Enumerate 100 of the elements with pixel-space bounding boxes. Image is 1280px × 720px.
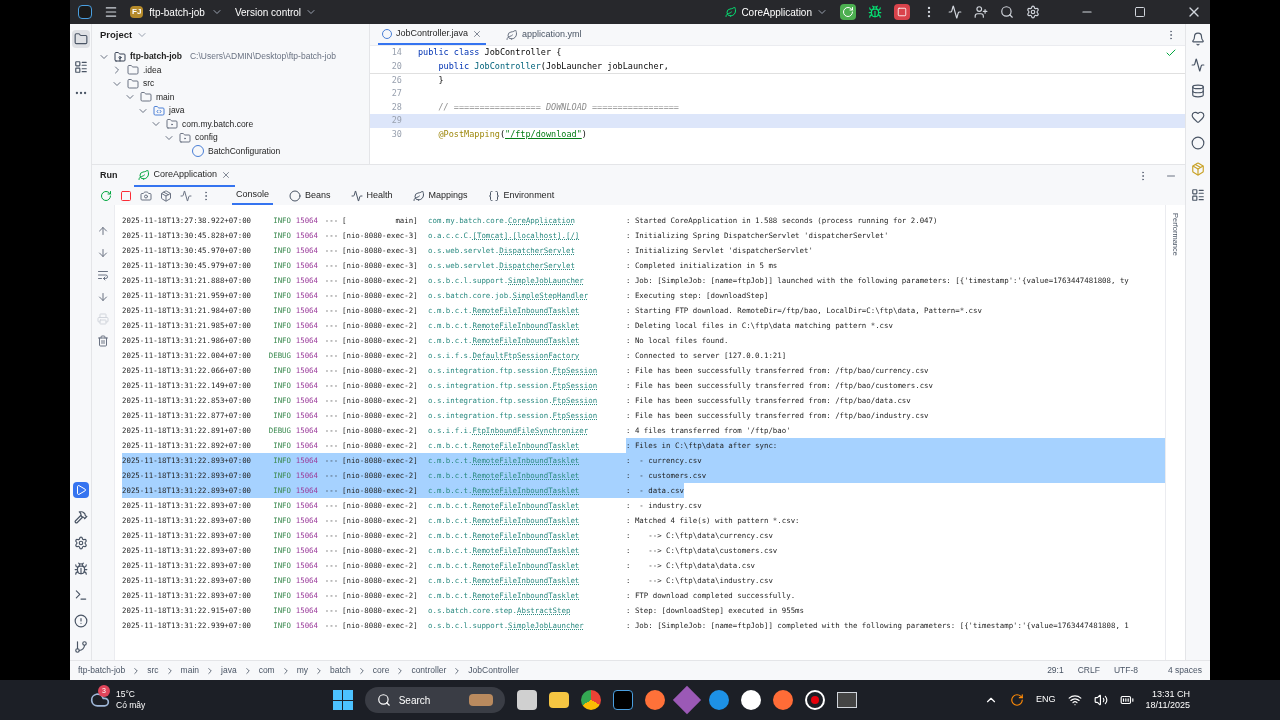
vcs-menu[interactable]: Version control — [234, 4, 318, 20]
editor-tab[interactable]: JobController.java — [378, 24, 487, 45]
menu-icon[interactable] — [104, 5, 118, 19]
tree-item[interactable]: main — [156, 90, 175, 104]
editor-tab[interactable]: application.yml — [502, 24, 586, 45]
trash-icon[interactable] — [97, 335, 109, 347]
line-number: 20 — [390, 59, 402, 73]
panel-title[interactable]: Project — [100, 27, 133, 43]
build-icon[interactable] — [73, 510, 88, 524]
breadcrumb[interactable]: core — [372, 664, 390, 677]
tree-item[interactable]: BatchConfiguration — [208, 144, 281, 158]
project-tool-button[interactable] — [71, 30, 90, 48]
indent-setting[interactable]: 4 spaces — [1167, 664, 1202, 677]
export-icon[interactable] — [160, 190, 172, 202]
task-view-icon[interactable] — [516, 690, 537, 710]
breadcrumb[interactable]: main — [180, 664, 200, 677]
clock-date[interactable]: 18/11/2025 — [1145, 700, 1190, 712]
structure-icon[interactable] — [73, 60, 88, 74]
run-tab[interactable]: CoreApplication — [133, 165, 236, 187]
console-tab[interactable]: Beans — [285, 187, 335, 205]
cursor-position[interactable]: 29:1 — [1047, 664, 1064, 677]
user-add-icon[interactable] — [974, 5, 988, 19]
problems-icon[interactable] — [73, 614, 88, 628]
folder-icon — [140, 91, 152, 104]
start-icon[interactable] — [332, 690, 353, 710]
line-number: 26 — [390, 73, 402, 87]
tree-item[interactable]: config — [195, 131, 218, 145]
cloud-icon[interactable] — [90, 690, 110, 710]
soft-wrap-icon[interactable] — [97, 269, 109, 281]
camera-icon[interactable] — [140, 190, 152, 202]
terminal-icon[interactable] — [73, 588, 88, 602]
search-icon[interactable] — [1000, 5, 1014, 19]
stop-button[interactable] — [894, 4, 910, 20]
git-icon[interactable] — [73, 640, 88, 654]
panel-title: Run — [100, 169, 118, 183]
tree-item[interactable]: java — [169, 104, 185, 118]
breadcrumb[interactable]: src — [147, 664, 159, 677]
module-path: C:\Users\ADMIN\Desktop\ftp-batch-job — [189, 50, 336, 64]
breadcrumb[interactable]: my — [296, 664, 309, 677]
folder-icon — [127, 77, 139, 90]
language-indicator[interactable]: ENG — [1036, 693, 1056, 707]
code-line: @PostMapping("/ftp/download") — [437, 127, 587, 141]
search-field[interactable]: Search — [364, 687, 505, 713]
mappings-tab-icon — [412, 190, 425, 202]
run-tool-button[interactable] — [72, 482, 89, 498]
breadcrumb[interactable]: JobController — [468, 664, 519, 677]
line-number: 14 — [390, 46, 402, 60]
app-logo-icon[interactable] — [78, 5, 92, 19]
maximize-icon[interactable] — [1134, 6, 1146, 18]
notifications-icon[interactable] — [1191, 32, 1205, 46]
leaf-icon — [506, 28, 519, 41]
line-number: 30 — [390, 127, 402, 141]
battery-icon[interactable] — [1119, 693, 1134, 707]
weather-text: Có mây — [116, 700, 146, 711]
line-number: 28 — [390, 100, 402, 114]
package-folder-icon — [179, 131, 191, 144]
breadcrumb[interactable]: com — [258, 664, 275, 677]
console-tab[interactable]: Mappings — [408, 187, 472, 205]
app-icon[interactable] — [836, 692, 857, 708]
sync-icon[interactable] — [1010, 693, 1025, 707]
console-tab[interactable]: Health — [346, 187, 397, 205]
line-number: 27 — [390, 87, 402, 101]
breadcrumb[interactable]: ftp-batch-job — [78, 664, 126, 677]
database-icon[interactable] — [1191, 84, 1205, 98]
code-line: public class JobController { — [418, 46, 562, 60]
encoding[interactable]: UTF-8 — [1113, 664, 1138, 677]
project-selector[interactable]: FJ ftp-batch-job — [130, 4, 223, 20]
folder-icon — [127, 64, 139, 77]
record-icon[interactable] — [804, 690, 825, 710]
run-config-selector[interactable]: CoreApplication — [725, 4, 828, 20]
code-line: public JobController(JobLauncher jobLauncher, — [437, 59, 669, 73]
tree-item[interactable]: ftp-batch-job — [130, 50, 182, 64]
wifi-icon[interactable] — [1067, 693, 1082, 707]
structure-icon[interactable] — [1191, 188, 1205, 202]
temperature: 15°C — [116, 689, 136, 700]
file-explorer-icon[interactable] — [548, 692, 569, 708]
rerun-icon[interactable] — [100, 190, 112, 202]
services-icon[interactable] — [73, 536, 88, 550]
tree-item[interactable]: .idea — [143, 63, 162, 77]
debug-icon[interactable] — [868, 5, 882, 19]
debug-icon[interactable] — [73, 562, 88, 576]
line-ending[interactable]: CRLF — [1077, 664, 1100, 677]
breadcrumb[interactable]: batch — [330, 664, 351, 677]
search-icon — [376, 693, 391, 707]
breadcrumb[interactable]: java — [221, 664, 237, 677]
volume-icon[interactable] — [1093, 693, 1108, 707]
clock-time[interactable]: 13:31 CH — [1151, 688, 1190, 700]
tree-item[interactable]: com.my.batch.core — [182, 117, 254, 131]
console-tab[interactable]: Environment — [483, 187, 559, 205]
breadcrumb[interactable]: controller — [411, 664, 447, 677]
environment-tab-icon — [487, 190, 500, 202]
stop-icon — [897, 7, 907, 17]
stop-icon[interactable] — [120, 190, 132, 202]
settings-icon[interactable] — [1026, 5, 1040, 19]
arrow-down-icon[interactable] — [97, 247, 109, 259]
rerun-button[interactable] — [840, 4, 856, 20]
tree-item[interactable]: src — [143, 77, 155, 91]
scroll-end-icon[interactable] — [97, 291, 109, 303]
app-icon[interactable] — [740, 690, 761, 710]
ide-icon[interactable] — [612, 690, 633, 710]
